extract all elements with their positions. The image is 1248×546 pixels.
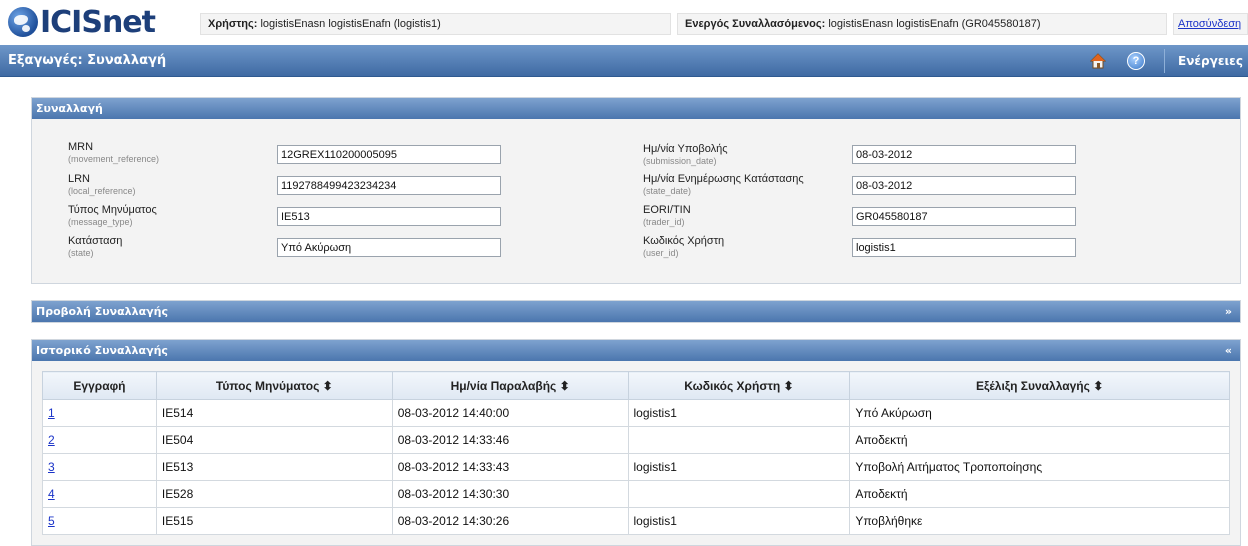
receive-date-cell: 08-03-2012 14:33:43 [391, 453, 629, 481]
view-transaction-header[interactable]: Προβολή Συναλλαγής » [32, 301, 1240, 322]
user-cell: logistis1 [627, 507, 851, 535]
view-transaction-panel: Προβολή Συναλλαγής » [31, 300, 1241, 323]
history-panel-title: Ιστορικό Συναλλαγής [36, 344, 168, 357]
col-header-progress[interactable]: Εξέλιξη Συναλλαγής ⬍ [849, 371, 1230, 400]
user-cell: logistis1 [627, 453, 851, 481]
record-cell: 3 [42, 453, 157, 481]
table-row: 5 IE515 08-03-2012 14:30:26 logistis1 Υπ… [42, 507, 1230, 535]
col-header-message-type[interactable]: Τύπος Μηνύματος ⬍ [155, 371, 393, 400]
user-cell: logistis1 [627, 399, 851, 427]
message-type-cell: IE515 [155, 507, 393, 535]
record-cell: 4 [42, 480, 157, 508]
trader-id-field[interactable] [852, 207, 1076, 226]
user-cell [627, 480, 851, 508]
logo: ICISnet [8, 4, 156, 40]
logo-text: ICISnet [40, 4, 156, 40]
table-row: 1 IE514 08-03-2012 14:40:00 logistis1 Υπ… [42, 399, 1230, 427]
active-trader-value: logistisEnasn logistisEnafn (GR045580187… [828, 18, 1041, 30]
expand-icon[interactable]: » [1225, 301, 1232, 322]
lrn-sublabel: (local_reference) [68, 186, 136, 196]
receive-date-cell: 08-03-2012 14:40:00 [391, 399, 629, 427]
view-transaction-title: Προβολή Συναλλαγής [36, 305, 169, 318]
message-type-cell: IE514 [155, 399, 393, 427]
message-type-sublabel: (message_type) [68, 217, 133, 227]
submission-date-sublabel: (submission_date) [643, 156, 717, 166]
record-link[interactable]: 3 [48, 460, 55, 474]
status-cell: Υπό Ακύρωση [849, 399, 1230, 427]
status-cell: Αποδεκτή [849, 480, 1230, 508]
col-header-user-code[interactable]: Κωδικός Χρήστη ⬍ [627, 371, 851, 400]
col-header-receive-date[interactable]: Ημ/νία Παραλαβής ⬍ [391, 371, 629, 400]
table-row: 4 IE528 08-03-2012 14:30:30 Αποδεκτή [42, 480, 1230, 508]
mrn-field[interactable] [277, 145, 501, 164]
title-bar: Εξαγωγές: Συναλλαγή ? Ενέργειες [0, 45, 1248, 77]
logout-link[interactable]: Αποσύνδεση [1173, 13, 1248, 35]
user-value: logistisEnasn logistisEnafn (logistis1) [260, 18, 441, 30]
message-type-label: Τύπος Μηνύματος [68, 204, 157, 216]
table-row: 3 IE513 08-03-2012 14:33:43 logistis1 Υπ… [42, 453, 1230, 481]
record-link[interactable]: 2 [48, 433, 55, 447]
transaction-panel-header[interactable]: Συναλλαγή [32, 98, 1240, 119]
divider [1164, 49, 1165, 73]
user-info: Χρήστης: logistisEnasn logistisEnafn (lo… [200, 13, 671, 35]
user-id-sublabel: (user_id) [643, 248, 679, 258]
user-label: Χρήστης: [208, 18, 258, 30]
trader-id-sublabel: (trader_id) [643, 217, 685, 227]
trader-id-label: EORI/TIN [643, 204, 691, 216]
submission-date-field[interactable] [852, 145, 1076, 164]
user-id-field[interactable] [852, 238, 1076, 257]
home-icon[interactable] [1090, 53, 1106, 69]
top-bar: ICISnet Χρήστης: logistisEnasn logistisE… [0, 0, 1248, 44]
mrn-label: MRN [68, 141, 94, 153]
status-cell: Υποβολή Αιτήματος Τροποποίησης [849, 453, 1230, 481]
status-cell: Υποβλήθηκε [849, 507, 1230, 535]
history-table-wrapper: Εγγραφή Τύπος Μηνύματος ⬍ Ημ/νία Παραλαβ… [42, 371, 1230, 535]
page-title: Εξαγωγές: Συναλλαγή [8, 53, 167, 68]
message-type-cell: IE513 [155, 453, 393, 481]
record-link[interactable]: 5 [48, 514, 55, 528]
state-sublabel: (state) [68, 248, 94, 258]
lrn-field[interactable] [277, 176, 501, 195]
record-cell: 1 [42, 399, 157, 427]
record-link[interactable]: 4 [48, 487, 55, 501]
globe-icon [8, 7, 38, 37]
message-type-field[interactable] [277, 207, 501, 226]
submission-date-label: Ημ/νία Υποβολής [643, 143, 728, 155]
lrn-label: LRN [68, 173, 91, 185]
user-cell [627, 426, 851, 454]
receive-date-cell: 08-03-2012 14:30:26 [391, 507, 629, 535]
state-date-label: Ημ/νία Ενημέρωσης Κατάστασης [643, 173, 804, 185]
collapse-icon[interactable]: « [1225, 340, 1232, 361]
state-label: Κατάσταση [68, 235, 123, 247]
mrn-sublabel: (movement_reference) [68, 154, 160, 164]
state-date-sublabel: (state_date) [643, 186, 692, 196]
col-header-record: Εγγραφή [42, 371, 157, 400]
state-field[interactable] [277, 238, 501, 257]
table-header-row: Εγγραφή Τύπος Μηνύματος ⬍ Ημ/νία Παραλαβ… [42, 371, 1230, 400]
transaction-panel-title: Συναλλαγή [36, 102, 103, 115]
record-cell: 5 [42, 507, 157, 535]
active-trader-info: Ενεργός Συναλλασόμενος: logistisEnasn lo… [677, 13, 1167, 35]
receive-date-cell: 08-03-2012 14:30:30 [391, 480, 629, 508]
record-link[interactable]: 1 [48, 406, 55, 420]
active-trader-label: Ενεργός Συναλλασόμενος: [685, 18, 826, 30]
receive-date-cell: 08-03-2012 14:33:46 [391, 426, 629, 454]
history-table: Εγγραφή Τύπος Μηνύματος ⬍ Ημ/νία Παραλαβ… [42, 371, 1230, 535]
record-cell: 2 [42, 426, 157, 454]
state-date-field[interactable] [852, 176, 1076, 195]
history-panel-header[interactable]: Ιστορικό Συναλλαγής « [32, 340, 1240, 361]
message-type-cell: IE504 [155, 426, 393, 454]
actions-menu[interactable]: Ενέργειες [1178, 45, 1243, 77]
status-cell: Αποδεκτή [849, 426, 1230, 454]
message-type-cell: IE528 [155, 480, 393, 508]
user-id-label: Κωδικός Χρήστη [643, 235, 725, 247]
help-icon[interactable]: ? [1127, 52, 1145, 70]
table-row: 2 IE504 08-03-2012 14:33:46 Αποδεκτή [42, 426, 1230, 454]
